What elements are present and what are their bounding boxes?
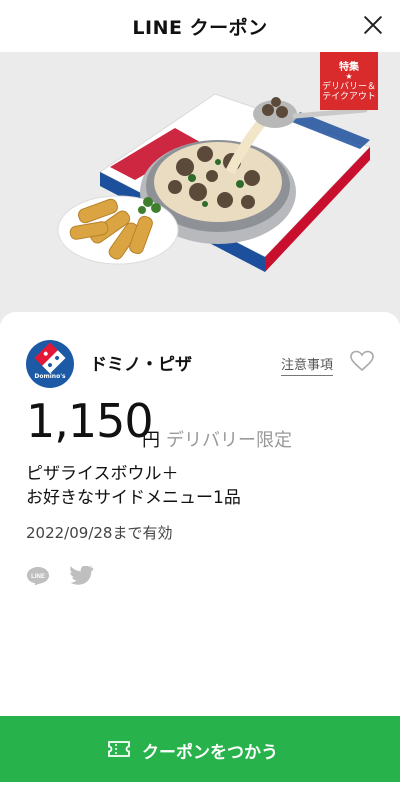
- coupon-hero-image: 特集 ★ デリバリー＆ テイクアウト: [0, 52, 400, 324]
- feature-badge: 特集 ★ デリバリー＆ テイクアウト: [320, 52, 378, 110]
- domino-tile-icon: [34, 342, 66, 374]
- brand-name: ドミノ・ピザ: [90, 355, 192, 375]
- notes-link[interactable]: 注意事項: [281, 354, 334, 376]
- use-coupon-button[interactable]: クーポンをつかう: [0, 716, 400, 782]
- coupon-description: ピザライスボウル＋ お好きなサイドメニュー1品: [26, 462, 241, 510]
- coupon-price: 1,150: [26, 394, 154, 448]
- use-coupon-label: クーポンをつかう: [142, 743, 278, 763]
- heart-icon[interactable]: [350, 350, 374, 372]
- star-icon: ★: [345, 72, 353, 81]
- expiry-date: 2022/09/28まで有効: [26, 524, 173, 542]
- price-unit: 円: [142, 430, 160, 451]
- badge-delivery: デリバリー＆: [321, 82, 376, 92]
- close-icon[interactable]: [362, 14, 384, 36]
- twitter-share-icon[interactable]: [70, 566, 94, 586]
- brand-logo: Domino's: [26, 340, 74, 388]
- description-line-2: お好きなサイドメニュー1品: [26, 488, 241, 508]
- coupon-card: Domino's ドミノ・ピザ 注意事項 1,150 円 デリバリー限定 ピザラ…: [0, 312, 400, 722]
- delivery-limit-label: デリバリー限定: [166, 430, 292, 451]
- app-header: LINE クーポン: [0, 0, 400, 52]
- badge-takeout: テイクアウト: [322, 92, 376, 102]
- page-title: LINE クーポン: [132, 17, 268, 39]
- ticket-icon: [108, 741, 130, 757]
- line-share-icon[interactable]: LINE: [26, 566, 50, 586]
- line-icon-text: LINE: [31, 574, 45, 580]
- logo-text: Domino's: [34, 373, 66, 380]
- badge-title: 特集: [339, 62, 359, 73]
- description-line-1: ピザライスボウル＋: [26, 464, 179, 484]
